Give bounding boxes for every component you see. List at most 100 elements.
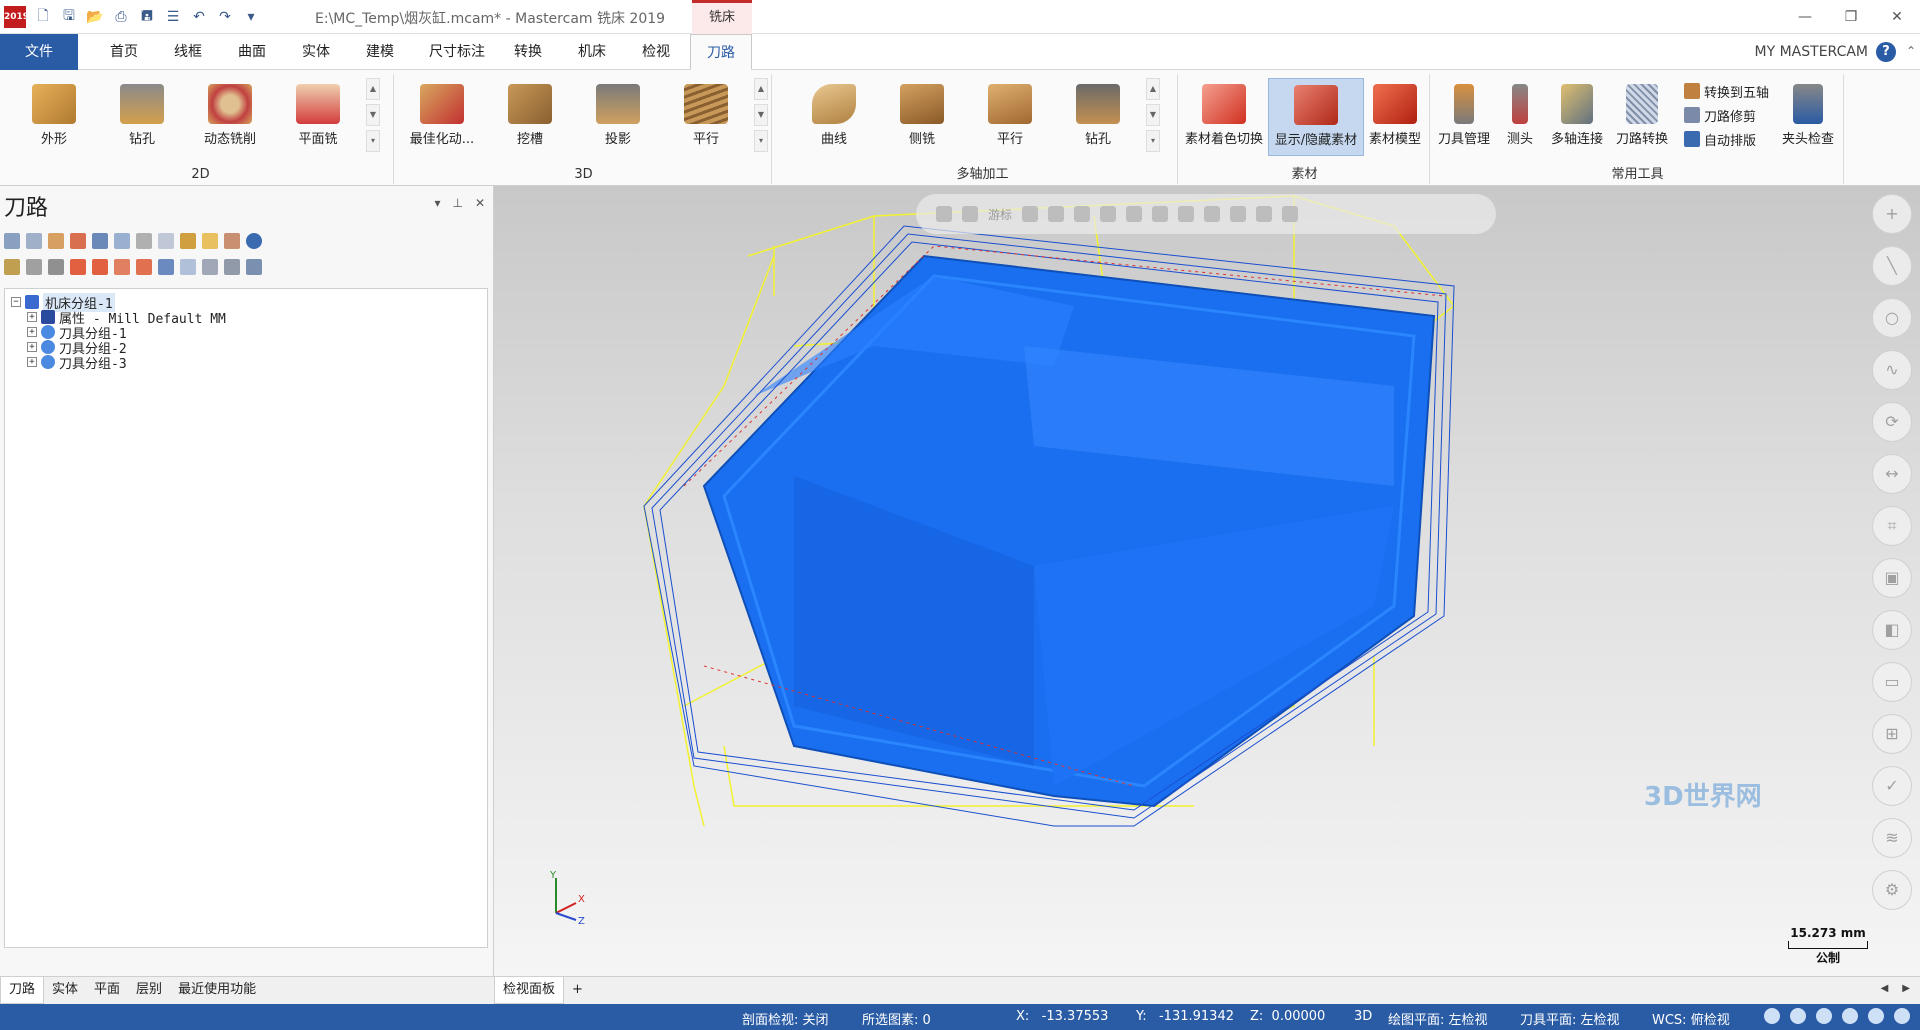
move-down-icon[interactable] [70, 259, 86, 275]
verify-icon[interactable] [114, 233, 130, 249]
gallery-scroll-multiaxis[interactable]: ▲ ▼ ▾ [1146, 78, 1160, 152]
print-icon[interactable]: ⎙ [110, 6, 132, 28]
move-up-icon[interactable] [92, 259, 108, 275]
body-select-icon[interactable] [1152, 206, 1169, 222]
point-icon[interactable]: + [1872, 194, 1912, 234]
select-all-icon[interactable] [4, 233, 20, 249]
backplot-icon[interactable] [92, 233, 108, 249]
line-icon[interactable]: ╲ [1872, 246, 1912, 286]
toggle-post-icon[interactable] [48, 259, 64, 275]
redo-icon[interactable]: ↷ [214, 6, 236, 28]
project-button[interactable]: 投影 [578, 78, 658, 156]
context-tab-mill[interactable]: 铣床 [692, 0, 752, 34]
customize-qat-icon[interactable]: ▾ [240, 6, 262, 28]
expand-icon-group-1[interactable]: + [27, 327, 37, 337]
tab-view[interactable]: 检视 [628, 34, 684, 70]
tab-machine[interactable]: 机床 [564, 34, 620, 70]
help-icon[interactable]: ? [1876, 42, 1896, 62]
delete-toolpath-icon[interactable] [224, 233, 240, 249]
post-icon[interactable] [180, 233, 196, 249]
tab-solids[interactable]: 实体 [288, 34, 344, 70]
clear-select-icon[interactable] [1282, 206, 1299, 222]
single-display-icon[interactable] [158, 259, 174, 275]
viewsheet-tab[interactable]: 检视面板 [494, 977, 565, 1004]
plane-icon[interactable]: ▭ [1872, 662, 1912, 702]
save-icon[interactable]: 🖫 [58, 6, 80, 28]
collapse-icon-root[interactable]: − [11, 297, 21, 307]
my-mastercam-link[interactable]: MY MASTERCAM [1755, 44, 1868, 60]
drill-multiaxis-button[interactable]: 钻孔 [1058, 78, 1138, 156]
toggle-display-icon[interactable] [26, 259, 42, 275]
high-feed-icon[interactable] [202, 233, 218, 249]
panel-tab-toolpaths[interactable]: 刀路 [0, 977, 45, 1004]
transform-icon[interactable]: ⟳ [1872, 402, 1912, 442]
window-select-icon[interactable] [1178, 206, 1195, 222]
tab-home[interactable]: 首页 [96, 34, 152, 70]
analyze-icon[interactable]: ⊞ [1872, 714, 1912, 754]
tree-item-tool-group-3[interactable]: + 刀具分组-3 [27, 353, 127, 372]
panel-close-icon[interactable]: ✕ [475, 196, 485, 210]
contour-button[interactable]: 外形 [14, 78, 94, 156]
holder-check-button[interactable]: 夹头检查 [1774, 78, 1842, 156]
expand-icon-properties[interactable]: + [27, 312, 37, 322]
tab-toolpaths[interactable]: 刀路 [690, 34, 752, 70]
optirough-button[interactable]: 最佳化动... [402, 78, 482, 156]
tool-plane-status[interactable]: 刀具平面: 左检视 [1520, 1009, 1620, 1028]
swarf-button[interactable]: 侧铣 [882, 78, 962, 156]
expand-icon-group-3[interactable]: + [27, 357, 37, 367]
stock-model-button[interactable]: 素材模型 [1364, 78, 1426, 156]
graphics-viewport[interactable]: 游标 + ╲ ○ ∿ ⟳ ↔ ⌗ ▣ ◧ ▭ ⊞ ✓ ≋ ⚙ Y X Z 3D世… [494, 186, 1920, 976]
convert-to-5axis-button[interactable]: 转换到五轴 [1684, 80, 1769, 102]
surface-icon[interactable]: ◧ [1872, 610, 1912, 650]
multiaxis-linking-button[interactable]: 多轴连接 [1544, 78, 1610, 156]
gallery-scroll-2d[interactable]: ▲ ▼ ▾ [366, 78, 380, 152]
tab-wireframe[interactable]: 线框 [160, 34, 216, 70]
tab-transform[interactable]: 转换 [500, 34, 556, 70]
wireframe-icon[interactable] [1842, 1008, 1858, 1024]
regenerate-icon[interactable] [70, 233, 86, 249]
dynamic-mill-button[interactable]: 动态铣削 [190, 78, 270, 156]
trim-toolpath-button[interactable]: 刀路修剪 [1684, 104, 1756, 126]
shading-icon[interactable] [1816, 1008, 1832, 1024]
filter-icon[interactable] [224, 259, 240, 275]
pocket-3d-button[interactable]: 挖槽 [490, 78, 570, 156]
chamfer-icon[interactable]: ⌗ [1872, 506, 1912, 546]
options-icon[interactable] [246, 259, 262, 275]
scroll-left-icon[interactable]: ◀ [1881, 983, 1889, 994]
construction-plane-status[interactable]: 绘图平面: 左检视 [1388, 1009, 1488, 1028]
face-mill-button[interactable]: 平面铣 [278, 78, 358, 156]
section-view-status[interactable]: 剖面检视: 关闭 [742, 1009, 829, 1028]
insert-arrow-icon[interactable] [114, 259, 130, 275]
solid-icon[interactable]: ▣ [1872, 558, 1912, 598]
cursor-mode-icon[interactable] [962, 206, 978, 222]
wcs-status[interactable]: WCS: 俯检视 [1652, 1009, 1730, 1028]
parallel-3d-button[interactable]: 平行 [666, 78, 746, 156]
collapse-ribbon-icon[interactable]: ⌃ [1906, 44, 1916, 58]
expand-icon[interactable] [136, 259, 152, 275]
panel-tab-planes[interactable]: 平面 [86, 977, 128, 1004]
select-icon[interactable] [1048, 206, 1065, 222]
show-stock-icon[interactable] [180, 259, 196, 275]
expand-icon-group-2[interactable]: + [27, 342, 37, 352]
tab-file[interactable]: 文件 [0, 34, 78, 70]
tab-drafting[interactable]: 尺寸标注 [414, 34, 500, 70]
tab-surfaces[interactable]: 曲面 [224, 34, 280, 70]
box-select-icon[interactable] [1074, 206, 1091, 222]
pan-icon[interactable] [936, 206, 952, 222]
tab-model-prep[interactable]: 建模 [352, 34, 408, 70]
gallery-scroll-3d[interactable]: ▲ ▼ ▾ [754, 78, 768, 152]
check-icon[interactable]: ✓ [1872, 766, 1912, 806]
transparency-icon[interactable] [1868, 1008, 1884, 1024]
open-folder-icon[interactable]: 📂 [84, 6, 106, 28]
minimize-button[interactable]: — [1782, 0, 1828, 34]
save-as-icon[interactable]: 🖪 [136, 6, 158, 28]
circle-icon[interactable]: ○ [1872, 298, 1912, 338]
stock-display-button[interactable]: 显示/隐藏素材 [1268, 78, 1364, 156]
spline-icon[interactable]: ∿ [1872, 350, 1912, 390]
z-coordinate[interactable]: Z: 0.00000 [1250, 1009, 1325, 1024]
lock-icon[interactable] [4, 259, 20, 275]
settings-icon[interactable]: ⚙ [1872, 870, 1912, 910]
panel-menu-icon[interactable]: ▾ [434, 196, 440, 210]
snap-icon[interactable] [1022, 206, 1039, 222]
properties-icon[interactable]: ☰ [162, 6, 184, 28]
